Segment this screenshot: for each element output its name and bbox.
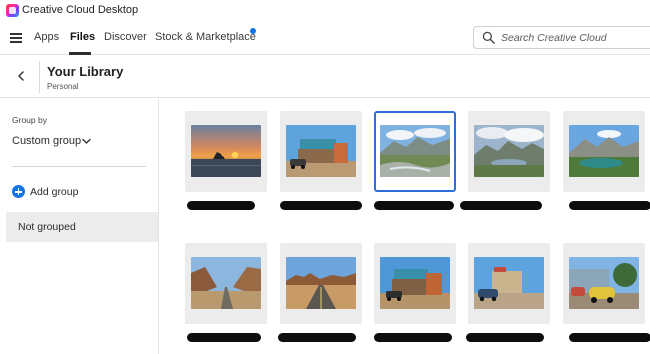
- search-icon: [482, 31, 495, 44]
- page-subtitle: Personal: [47, 82, 79, 91]
- add-group-label: Add group: [30, 186, 79, 198]
- add-circle-icon: [12, 185, 25, 198]
- notification-dot-icon: [250, 28, 256, 34]
- thumbnail-alpine-lake: [569, 125, 639, 177]
- library-item[interactable]: [185, 111, 267, 210]
- search-box[interactable]: [473, 26, 650, 49]
- tab-files[interactable]: Files: [70, 31, 95, 43]
- title-bar: Creative Cloud Desktop: [0, 0, 650, 22]
- page-title: Your Library: [47, 64, 124, 79]
- library-item[interactable]: [278, 243, 362, 342]
- group-by-dropdown[interactable]: Custom group: [12, 135, 81, 147]
- chevron-down-icon[interactable]: [82, 138, 91, 145]
- filename-redacted: [187, 201, 255, 210]
- library-item[interactable]: [280, 111, 362, 210]
- library-item[interactable]: [185, 243, 267, 342]
- tab-stock-marketplace[interactable]: Stock & Marketplace: [155, 31, 256, 43]
- creative-cloud-logo-icon: [6, 4, 19, 17]
- search-input[interactable]: [501, 29, 650, 46]
- thumbnail-mountain-lake-clouds: [474, 125, 544, 177]
- filename-redacted: [569, 333, 650, 342]
- sidebar-divider: [12, 166, 146, 167]
- filename-redacted: [187, 333, 261, 342]
- library-item[interactable]: [563, 111, 650, 210]
- library-item[interactable]: [563, 243, 650, 342]
- thumbnail-canyon-road: [191, 257, 261, 309]
- filename-redacted: [569, 201, 650, 210]
- filename-redacted: [278, 333, 356, 342]
- window-title: Creative Cloud Desktop: [22, 4, 139, 16]
- back-arrow-icon[interactable]: [14, 69, 28, 83]
- thumbnail-desert-highway: [286, 257, 356, 309]
- page-header: Your Library Personal: [0, 56, 650, 98]
- filename-redacted: [374, 333, 452, 342]
- library-item[interactable]: [374, 243, 456, 342]
- tab-discover[interactable]: Discover: [104, 31, 147, 43]
- sidebar-item-label: Not grouped: [18, 221, 76, 233]
- filename-redacted: [374, 201, 454, 210]
- library-sidebar: Group by Custom group Add group Not grou…: [0, 99, 159, 354]
- thumbnail-roadside-trading-post-2: [380, 257, 450, 309]
- tab-apps[interactable]: Apps: [34, 31, 59, 43]
- filename-redacted: [280, 201, 362, 210]
- library-item[interactable]: [466, 243, 550, 342]
- active-tab-indicator: [69, 52, 91, 55]
- thumbnail-vintage-cars-motel: [569, 257, 639, 309]
- thumbnail-sunset-sea-rocks: [191, 125, 261, 177]
- thumbnail-roadside-trading-post: [286, 125, 356, 177]
- filename-redacted: [466, 333, 544, 342]
- thumbnail-mountain-stream: [380, 125, 450, 177]
- library-item[interactable]: [374, 111, 456, 210]
- sidebar-item-not-grouped[interactable]: Not grouped: [6, 212, 158, 242]
- library-item[interactable]: [460, 111, 550, 210]
- hamburger-menu-icon[interactable]: [10, 33, 22, 43]
- group-by-label: Group by: [12, 115, 47, 125]
- thumbnail-route66-street: [474, 257, 544, 309]
- filename-redacted: [460, 201, 542, 210]
- header-divider: [39, 61, 40, 93]
